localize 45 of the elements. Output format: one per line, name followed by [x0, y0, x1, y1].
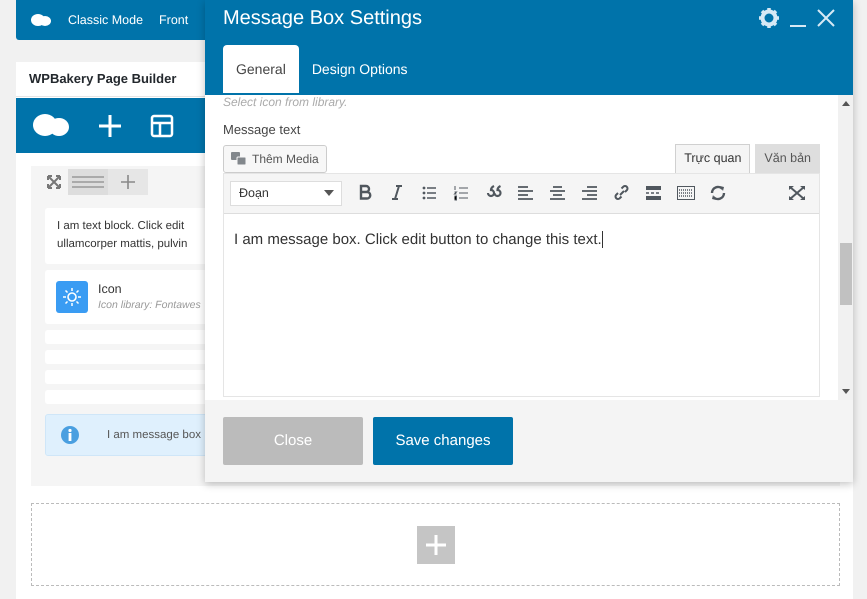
- sun-drawing: [63, 288, 81, 306]
- keyboard-icon[interactable]: [677, 184, 695, 202]
- dialog-title: Message Box Settings: [223, 6, 423, 31]
- read-more-icon[interactable]: [645, 184, 663, 202]
- numbered-list-icon[interactable]: [453, 184, 471, 202]
- save-button[interactable]: Save changes: [373, 417, 513, 465]
- scrollbar[interactable]: [838, 95, 853, 400]
- add-icon[interactable]: [98, 114, 122, 138]
- align-center-icon[interactable]: [549, 184, 567, 202]
- fullscreen-icon[interactable]: [788, 185, 806, 201]
- media-icon: [231, 151, 247, 166]
- text-line: ullamcorper mattis, pulvin: [57, 236, 188, 252]
- format-dropdown[interactable]: Đoạn: [230, 180, 342, 206]
- editor-text[interactable]: I am message box. Click edit button to change this text.: [234, 230, 603, 248]
- add-media-button[interactable]: Thêm Media: [223, 144, 327, 172]
- bullet-list-icon[interactable]: [421, 184, 439, 202]
- info-icon: [61, 426, 79, 444]
- element-title: Icon: [98, 280, 122, 298]
- align-right-icon[interactable]: [581, 184, 599, 202]
- caret-icon: [324, 190, 334, 196]
- element-subtitle: Icon library: Fontawes: [98, 298, 201, 314]
- refresh-icon[interactable]: [709, 184, 727, 202]
- close-icon[interactable]: [817, 9, 835, 27]
- expand-icon[interactable]: [47, 175, 61, 189]
- settings-icon[interactable]: [759, 8, 779, 28]
- add-tab[interactable]: [108, 169, 148, 195]
- link-icon[interactable]: [613, 184, 631, 202]
- layout-icon[interactable]: [150, 114, 174, 138]
- nav-link[interactable]: Classic Mode: [68, 10, 144, 30]
- scroll-up-icon: [842, 101, 850, 106]
- message-text: I am message box: [107, 428, 201, 442]
- editor-tab[interactable]: Văn bản: [755, 144, 820, 172]
- dialog-tab[interactable]: General: [223, 45, 299, 93]
- hint-text: Select icon from library.: [223, 95, 348, 110]
- nav-link[interactable]: Front: [159, 10, 188, 30]
- field-label: Message text: [223, 121, 300, 139]
- align-left-icon[interactable]: [517, 184, 535, 202]
- add-icon: [121, 175, 135, 189]
- lines-icon: [72, 176, 104, 188]
- cloud-logo-icon[interactable]: [30, 12, 52, 28]
- add-icon: [426, 534, 446, 554]
- scrollbar-thumb[interactable]: [840, 243, 852, 305]
- text-line: I am text block. Click edit: [57, 219, 184, 234]
- editor-tab[interactable]: Trực quan: [675, 144, 750, 172]
- scroll-down-icon: [842, 389, 850, 394]
